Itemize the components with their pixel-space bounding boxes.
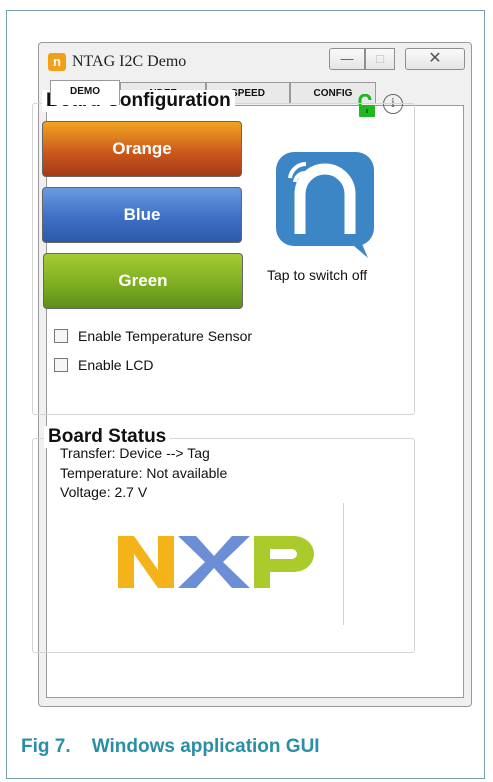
figure-caption: Fig 7. Windows application GUI	[21, 736, 320, 757]
checkbox-box[interactable]	[54, 329, 68, 343]
voltage-status: Voltage: 2.7 V	[60, 484, 148, 500]
tab-demo[interactable]: DEMO	[50, 80, 120, 105]
maximize-button[interactable]: □	[365, 48, 395, 70]
app-icon: n	[48, 53, 66, 71]
window-title: NTAG I2C Demo	[72, 53, 187, 70]
temperature-status: Temperature: Not available	[60, 465, 228, 481]
enable-temperature-sensor-checkbox[interactable]: Enable Temperature Sensor	[54, 328, 252, 344]
divider	[343, 503, 344, 625]
transfer-status: Transfer: Device --> Tag	[60, 445, 210, 461]
close-button[interactable]: ✕	[405, 48, 465, 70]
checkbox-label: Enable LCD	[78, 357, 154, 373]
green-button[interactable]: Green	[43, 253, 243, 309]
orange-button[interactable]: Orange	[42, 121, 242, 177]
blue-button[interactable]: Blue	[42, 187, 242, 243]
nxp-logo	[118, 536, 314, 588]
minimize-button[interactable]: —	[329, 48, 365, 70]
checkbox-label: Enable Temperature Sensor	[78, 328, 253, 344]
nfc-icon[interactable]	[276, 152, 374, 258]
checkbox-box[interactable]	[54, 358, 68, 372]
title-bar: n NTAG I2C Demo — □ ✕	[39, 43, 471, 81]
enable-lcd-checkbox[interactable]: Enable LCD	[54, 357, 154, 373]
tap-to-switch-off-label: Tap to switch off	[267, 267, 368, 283]
